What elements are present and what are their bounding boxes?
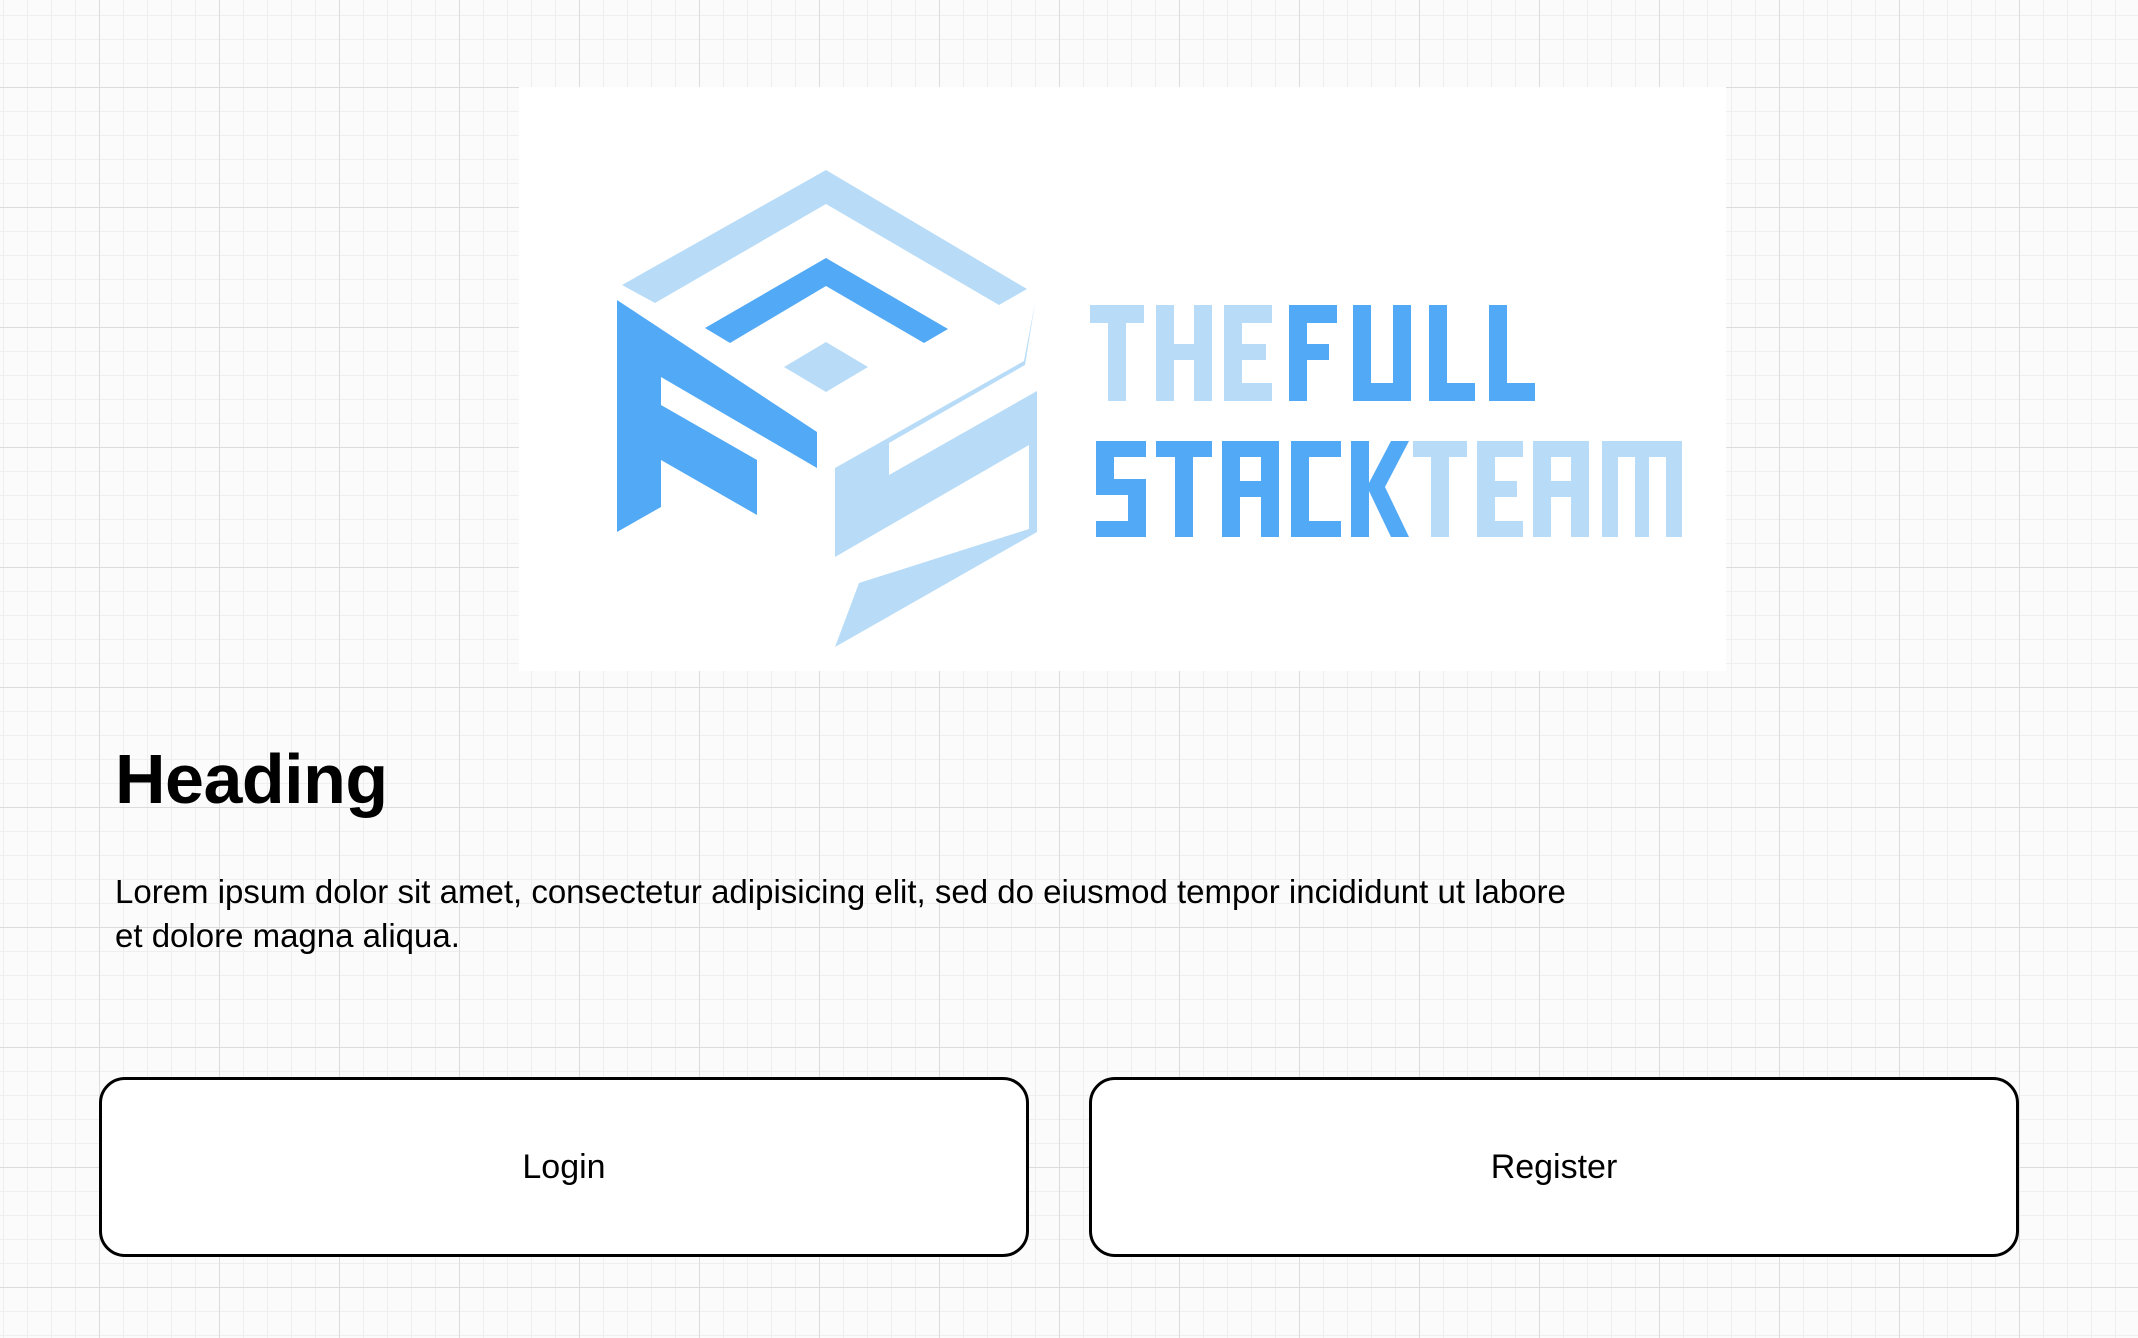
fs-cube-logo-icon [617,170,1037,647]
hero-image [519,87,1726,671]
brand-wordmark [1090,305,1682,537]
body-text: Lorem ipsum dolor sit amet, consectetur … [115,873,1566,954]
login-button[interactable]: Login [99,1077,1029,1257]
brand-logo [617,170,1682,647]
register-button[interactable]: Register [1089,1077,2019,1257]
page-heading: Heading [115,740,388,818]
